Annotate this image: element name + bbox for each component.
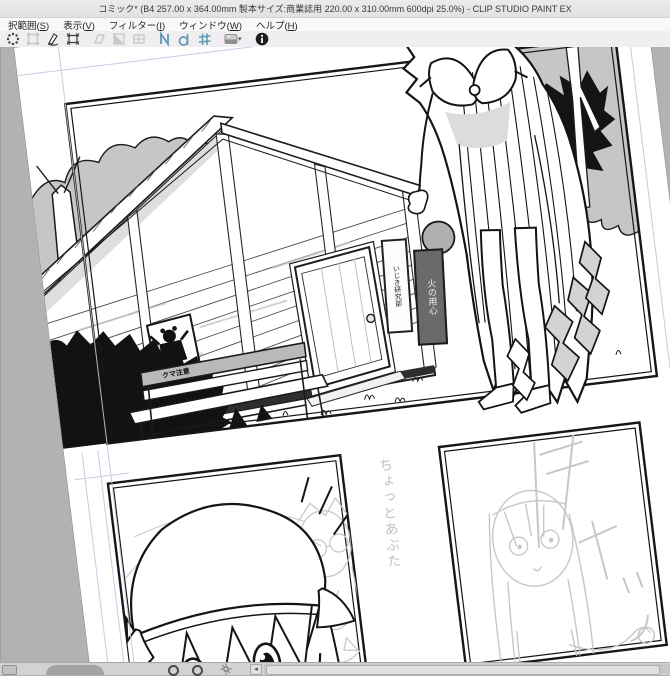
perspective-transform-icon xyxy=(109,32,129,47)
fire-caution-sign: 火の用心 xyxy=(413,248,448,345)
panel-3-border xyxy=(439,422,667,662)
window-title: コミック* (B4 257.00 x 364.00mm 製本サイズ:商業誌用 2… xyxy=(98,2,571,15)
window-titlebar: コミック* (B4 257.00 x 364.00mm 製本サイズ:商業誌用 2… xyxy=(0,0,670,18)
marquee-select-icon[interactable] xyxy=(3,32,23,47)
canvas-viewport[interactable]: クマ注意 いじき研究部 火の用心 ちょっとあぶた xyxy=(0,47,670,662)
shear-transform-icon xyxy=(89,32,109,47)
mesh-transform-icon xyxy=(129,32,149,47)
zoom-in-icon[interactable] xyxy=(192,665,203,676)
symmetry-ruler-icon[interactable] xyxy=(195,32,215,47)
menu-item-view[interactable]: 表示(V) xyxy=(56,18,102,31)
menu-item-select-range[interactable]: 択範囲(S) xyxy=(1,18,56,31)
material-dropdown-caret[interactable]: ▾ xyxy=(238,35,246,43)
protractor-ruler-icon[interactable] xyxy=(175,32,195,47)
canvas-bottom-bar: ◂ xyxy=(0,662,670,675)
rotate-reset-icon[interactable] xyxy=(220,663,232,675)
horizontal-scrollbar[interactable] xyxy=(264,664,670,674)
command-bar: ▾ xyxy=(0,31,670,48)
squid-girl-face xyxy=(92,490,419,662)
transform-frame-icon xyxy=(23,32,43,47)
pen-select-icon[interactable] xyxy=(43,32,63,47)
polygon-select-icon[interactable] xyxy=(63,32,83,47)
zoom-out-icon[interactable] xyxy=(168,665,179,676)
ruler-icon[interactable] xyxy=(155,32,175,47)
manga-artwork xyxy=(14,47,670,662)
menu-item-window[interactable]: ウィンドウ(W) xyxy=(172,18,249,31)
menu-bar: 択範囲(S) 表示(V) フィルター(I) ウィンドウ(W) ヘルプ(H) xyxy=(0,18,670,31)
scroll-left-button[interactable]: ◂ xyxy=(250,664,262,675)
menu-item-help[interactable]: ヘルプ(H) xyxy=(249,18,305,31)
panel-3-sketch-girl xyxy=(481,477,667,662)
document-page[interactable]: クマ注意 いじき研究部 火の用心 ちょっとあぶた xyxy=(13,47,670,662)
panel-3-sketch xyxy=(474,428,666,662)
info-icon[interactable] xyxy=(252,32,272,47)
menu-item-filter[interactable]: フィルター(I) xyxy=(102,18,172,31)
